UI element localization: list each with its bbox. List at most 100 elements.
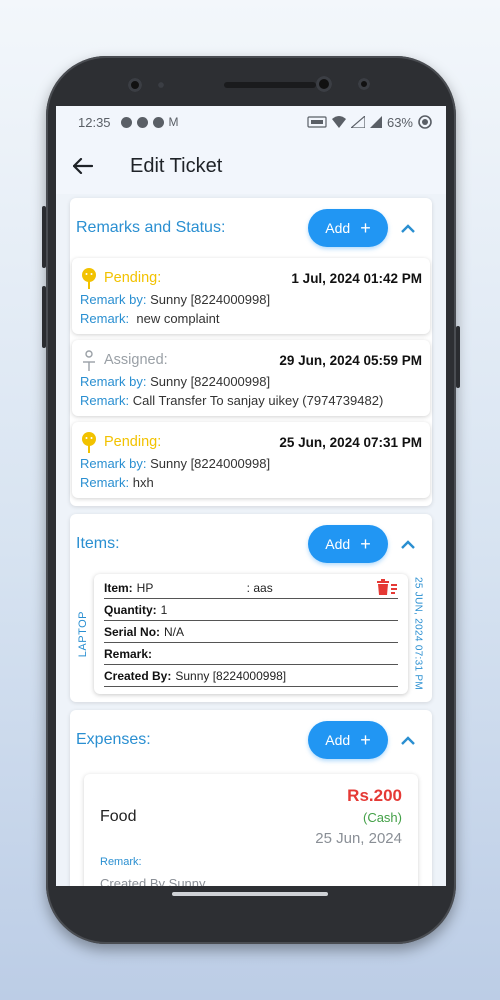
power-button <box>456 326 460 388</box>
section-header: Expenses: Add + <box>70 710 432 770</box>
remark-label: Remark: <box>80 393 130 408</box>
remark-by-value: Sunny [8224000998] <box>150 292 271 307</box>
screen: 12:35 M 63% Edit Ticket Remarks and Stat… <box>56 106 446 886</box>
sensor <box>358 78 370 90</box>
back-button[interactable] <box>56 138 110 194</box>
remark-date: 1 Jul, 2024 01:42 PM <box>291 270 422 286</box>
page-title: Edit Ticket <box>130 154 223 177</box>
expense-remark-label: Remark: <box>100 856 142 868</box>
plus-icon: + <box>360 729 371 750</box>
remark-value: hxh <box>132 475 154 490</box>
home-indicator[interactable] <box>172 892 328 896</box>
app-bar: Edit Ticket <box>56 138 446 194</box>
item-value: HP <box>136 581 154 595</box>
pending-icon <box>82 432 96 453</box>
collapse-button[interactable] <box>394 530 422 558</box>
earpiece-speaker <box>224 82 316 88</box>
volte-icon <box>307 116 327 128</box>
battery-icon <box>418 115 432 129</box>
add-item-button[interactable]: Add + <box>308 525 388 563</box>
item-date-label: 25 JUN, 2024 07:31 PM <box>412 577 424 691</box>
item-label: Item: <box>104 581 133 595</box>
remark-card: Pending: 1 Jul, 2024 01:42 PM Remark by:… <box>72 258 430 334</box>
plus-icon: + <box>360 217 371 238</box>
remark-row: Remark: Call Transfer To sanjay uikey (7… <box>80 391 422 410</box>
content-area[interactable]: Remarks and Status: Add + Pending: 1 Jul… <box>56 194 446 886</box>
item-card[interactable]: Item: HP : aas Quantity: 1 Serial No: N/… <box>94 574 408 694</box>
delete-icon <box>377 578 397 595</box>
status-label: Pending: <box>104 434 162 450</box>
created-label: Created By: <box>104 669 172 683</box>
expense-name: Food <box>100 808 137 825</box>
plus-icon: + <box>360 533 371 554</box>
remark-by-label: Remark by: <box>80 374 147 389</box>
phone-frame: 12:35 M 63% Edit Ticket Remarks and Stat… <box>42 56 460 944</box>
serial-row: Serial No: N/A <box>104 622 398 643</box>
section-title: Items: <box>76 535 120 552</box>
collapse-button[interactable] <box>394 214 422 242</box>
add-label: Add <box>325 536 351 552</box>
expense-date: 25 Jun, 2024 <box>315 830 402 847</box>
items-section: Items: Add + LAPTOP Item: HP: aas Quant… <box>70 514 432 702</box>
remark-by-row: Remark by: Sunny [8224000998] <box>80 372 422 391</box>
remark-row: Remark: hxh <box>80 473 422 492</box>
section-header: Remarks and Status: Add + <box>70 198 432 258</box>
wifi-icon <box>331 116 346 128</box>
remark-label: Remark: <box>80 475 130 490</box>
item-row: Item: HP : aas <box>104 578 398 599</box>
app-icon <box>136 116 148 128</box>
delete-item-button[interactable] <box>376 578 398 599</box>
status-bar: 12:35 M 63% <box>56 106 446 138</box>
collapse-button[interactable] <box>394 726 422 754</box>
quantity-value: 1 <box>160 603 168 617</box>
status-label: Assigned: <box>104 352 168 368</box>
chat-icon <box>120 116 132 128</box>
category-label: LAPTOP <box>77 610 89 658</box>
remark-by-row: Remark by: Sunny [8224000998] <box>80 290 422 309</box>
item-extra: : aas <box>246 581 273 595</box>
add-label: Add <box>325 220 351 236</box>
add-expense-button[interactable]: Add + <box>308 721 388 759</box>
section-title: Expenses: <box>76 731 151 748</box>
quantity-row: Quantity: 1 <box>104 600 398 621</box>
item-remark-label: Remark: <box>104 647 153 661</box>
remark-value: Call Transfer To sanjay uikey (797473948… <box>132 393 384 408</box>
chevron-up-icon <box>401 735 415 745</box>
expenses-section: Expenses: Add + Rs.200 (Cash) Food 25 Ju… <box>70 710 432 886</box>
status-label: Pending: <box>104 270 162 286</box>
created-row: Created By: Sunny [8224000998] <box>104 666 398 687</box>
signal-icon <box>369 116 382 128</box>
created-value: Sunny [8224000998] <box>175 669 287 683</box>
assigned-icon <box>83 350 95 371</box>
item-category: LAPTOP <box>72 574 94 694</box>
remark-by-label: Remark by: <box>80 456 147 471</box>
remark-by-value: Sunny [8224000998] <box>150 456 271 471</box>
remark-by-value: Sunny [8224000998] <box>150 374 271 389</box>
status-time: 12:35 <box>78 114 111 130</box>
add-label: Add <box>325 732 351 748</box>
quantity-label: Quantity: <box>104 603 157 617</box>
front-camera <box>128 78 142 92</box>
remark-date: 29 Jun, 2024 05:59 PM <box>279 352 422 368</box>
volume-button <box>42 286 46 348</box>
expense-amount: Rs.200 <box>347 786 402 805</box>
signal-icon <box>350 116 365 128</box>
remark-row: Remark: new complaint <box>80 309 422 328</box>
expense-card[interactable]: Rs.200 (Cash) Food 25 Jun, 2024 Remark: … <box>84 774 418 886</box>
serial-label: Serial No: <box>104 625 161 639</box>
pending-icon <box>82 268 96 289</box>
gmail-icon: M <box>168 115 179 129</box>
remark-value: new complaint <box>136 311 220 326</box>
remarks-section: Remarks and Status: Add + Pending: 1 Jul… <box>70 198 432 506</box>
remark-by-label: Remark by: <box>80 292 147 307</box>
expense-mode: (Cash) <box>362 810 402 825</box>
back-arrow-icon <box>73 158 93 174</box>
battery-percent: 63% <box>386 114 413 130</box>
remark-date: 25 Jun, 2024 07:31 PM <box>279 434 422 450</box>
add-remark-button[interactable]: Add + <box>308 209 388 247</box>
item-date: 25 JUN, 2024 07:31 PM <box>410 574 426 694</box>
serial-value: N/A <box>164 625 185 639</box>
expense-created: Created By Sunny <box>100 876 206 886</box>
remark-card: Assigned: 29 Jun, 2024 05:59 PM Remark b… <box>72 340 430 416</box>
item-entry: LAPTOP Item: HP : aas Quantity: 1 Serial… <box>70 574 432 702</box>
